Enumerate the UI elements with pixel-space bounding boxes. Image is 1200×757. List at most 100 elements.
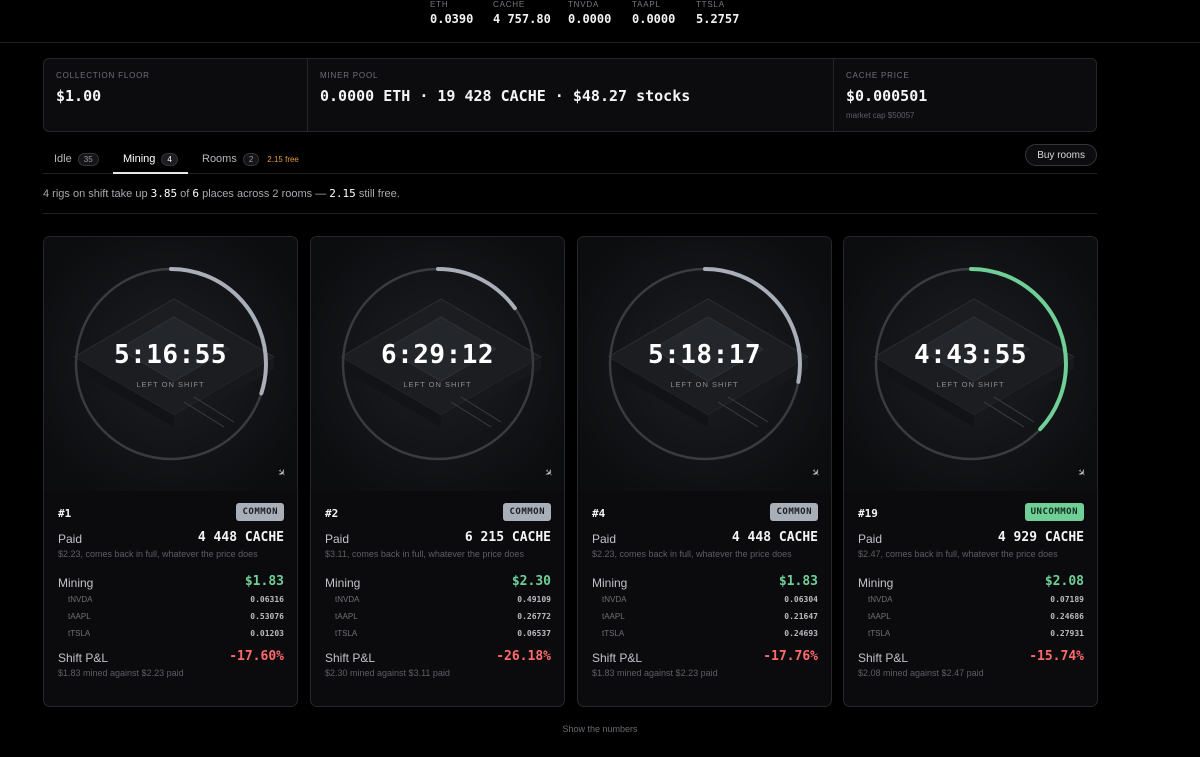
collection-floor-stat: COLLECTION FLOOR $1.00 xyxy=(44,59,308,131)
alloc-label: tNVDA xyxy=(335,595,360,604)
mining-label: Mining xyxy=(58,576,94,590)
tab-count: 35 xyxy=(77,152,99,166)
timer-caption: LEFT ON SHIFT xyxy=(670,380,739,389)
mining-label: Mining xyxy=(592,576,628,590)
paid-value: 6 215 CACHE xyxy=(464,530,551,545)
summary-text: still free. xyxy=(355,188,400,200)
rig-id: #4 xyxy=(592,507,606,520)
alloc-label: tAAPL xyxy=(335,612,358,621)
mining-value: $2.30 xyxy=(511,574,551,589)
rig-details: #19 UNCOMMON Paid 4 929 CACHE $2.47, com… xyxy=(858,491,1084,680)
summary-free: 2.15 xyxy=(329,187,356,200)
paid-label: Paid xyxy=(58,532,83,546)
alloc-row-taapl: tAAPL 0.24686 xyxy=(858,608,1084,625)
mining-label: Mining xyxy=(858,576,894,590)
alloc-row-taapl: tAAPL 0.26772 xyxy=(325,608,551,625)
pnl-value: -26.18% xyxy=(496,649,551,664)
summary-text: 4 rigs on shift take up xyxy=(43,188,151,200)
buy-rooms-button[interactable]: Buy rooms xyxy=(1025,144,1097,166)
ticker-cache: CACHE 4 757.80 xyxy=(493,0,551,27)
pnl-value: -17.76% xyxy=(763,649,818,664)
pnl-label: Shift P&L xyxy=(58,651,109,665)
rig-image: 5:18:17 LEFT ON SHIFT ✈ xyxy=(578,237,831,491)
alloc-value: 0.24693 xyxy=(784,629,818,638)
timer-caption: LEFT ON SHIFT xyxy=(136,380,205,389)
tab-mining[interactable]: Mining 4 xyxy=(123,152,178,166)
rig-card[interactable]: 5:16:55 LEFT ON SHIFT ✈ #1 COMMON Paid 4… xyxy=(43,236,298,707)
rig-image: 4:43:55 LEFT ON SHIFT ✈ xyxy=(844,237,1097,491)
mining-value: $2.08 xyxy=(1044,574,1084,589)
rig-image: 6:29:12 LEFT ON SHIFT ✈ xyxy=(311,237,564,491)
tab-count: 2 xyxy=(242,152,260,166)
paid-value: 4 448 CACHE xyxy=(197,530,284,545)
shift-timer: 6:29:12 xyxy=(380,340,495,370)
ticker-value: 4 757.80 xyxy=(493,12,551,26)
miner-pool-stat: MINER POOL 0.0000 ETH · 19 428 CACHE · $… xyxy=(308,59,834,131)
ticker-value: 0.0000 xyxy=(568,12,612,26)
rig-card[interactable]: 4:43:55 LEFT ON SHIFT ✈ #19 UNCOMMON Pai… xyxy=(843,236,1098,707)
rig-id: #2 xyxy=(325,507,339,520)
paid-row: Paid 4 448 CACHE xyxy=(592,529,818,547)
pnl-note: $1.83 mined against $2.23 paid xyxy=(592,668,718,678)
ticker-label: TTSLA xyxy=(696,0,725,9)
pnl-value: -15.74% xyxy=(1029,649,1084,664)
alloc-row-tnvda: tNVDA 0.07189 xyxy=(858,591,1084,608)
tab-rooms[interactable]: Rooms 2 2.15 free xyxy=(202,152,299,166)
rarity-badge: COMMON xyxy=(503,503,551,521)
alloc-row-ttsla: tTSLA 0.06537 xyxy=(325,625,551,642)
rarity-badge: COMMON xyxy=(770,503,818,521)
paid-value: 4 448 CACHE xyxy=(731,530,818,545)
alloc-row-tnvda: tNVDA 0.06316 xyxy=(58,591,284,608)
ticker-label: CACHE xyxy=(493,0,526,9)
pnl-row: Shift P&L -17.76% xyxy=(592,648,818,666)
summary-text: places across 2 rooms — xyxy=(199,188,330,200)
ticker-ttsla: TTSLA 5.2757 xyxy=(696,0,739,27)
alloc-value: 0.06316 xyxy=(250,595,284,604)
ticker-taapl: TAAPL 0.0000 xyxy=(632,0,675,27)
paid-row: Paid 4 929 CACHE xyxy=(858,529,1084,547)
market-cap-note: market cap $50057 xyxy=(846,111,915,120)
pnl-label: Shift P&L xyxy=(325,651,376,665)
rig-details: #1 COMMON Paid 4 448 CACHE $2.23, comes … xyxy=(58,491,284,680)
divider xyxy=(43,213,1097,214)
pnl-note: $2.30 mined against $3.11 paid xyxy=(325,668,450,678)
pnl-label: Shift P&L xyxy=(592,651,643,665)
tab-label: Mining xyxy=(123,153,156,165)
alloc-value: 0.24686 xyxy=(1050,612,1084,621)
alloc-value: 0.07189 xyxy=(1050,595,1084,604)
active-tab-indicator xyxy=(113,172,188,174)
paid-label: Paid xyxy=(325,532,350,546)
mining-row: Mining $1.83 xyxy=(592,573,818,591)
rig-id: #1 xyxy=(58,507,72,520)
ticker-value: 0.0000 xyxy=(632,12,676,26)
alloc-label: tAAPL xyxy=(602,612,625,621)
alloc-row-tnvda: tNVDA 0.06304 xyxy=(592,591,818,608)
alloc-value: 0.27931 xyxy=(1050,629,1084,638)
ticker-eth: ETH 0.0390 xyxy=(430,0,473,27)
show-numbers-link[interactable]: Show the numbers xyxy=(0,724,1200,734)
alloc-row-ttsla: tTSLA 0.01203 xyxy=(58,625,284,642)
shift-timer: 5:16:55 xyxy=(113,340,228,370)
alloc-label: tNVDA xyxy=(868,595,893,604)
paid-note: $2.23, comes back in full, whatever the … xyxy=(592,549,792,559)
pnl-row: Shift P&L -26.18% xyxy=(325,648,551,666)
alloc-value: 0.06537 xyxy=(517,629,551,638)
alloc-row-taapl: tAAPL 0.53076 xyxy=(58,608,284,625)
ticker-bar: ETH 0.0390 CACHE 4 757.80 TNVDA 0.0000 T… xyxy=(0,0,1200,43)
alloc-label: tTSLA xyxy=(868,629,891,638)
ticker-label: ETH xyxy=(430,0,449,9)
alloc-value: 0.21647 xyxy=(784,612,818,621)
rig-card[interactable]: 5:18:17 LEFT ON SHIFT ✈ #4 COMMON Paid 4… xyxy=(577,236,832,707)
shift-timer: 4:43:55 xyxy=(913,340,1028,370)
mining-value: $1.83 xyxy=(778,574,818,589)
rig-details: #2 COMMON Paid 6 215 CACHE $3.11, comes … xyxy=(325,491,551,680)
paid-label: Paid xyxy=(858,532,883,546)
rooms-free-note: 2.15 free xyxy=(267,154,299,164)
tab-idle[interactable]: Idle 35 xyxy=(54,152,99,166)
alloc-label: tNVDA xyxy=(68,595,93,604)
pnl-value: -17.60% xyxy=(229,649,284,664)
alloc-label: tTSLA xyxy=(335,629,358,638)
rig-card[interactable]: 6:29:12 LEFT ON SHIFT ✈ #2 COMMON Paid 6… xyxy=(310,236,565,707)
pnl-note: $1.83 mined against $2.23 paid xyxy=(58,668,184,678)
stat-value: $1.00 xyxy=(56,87,102,105)
